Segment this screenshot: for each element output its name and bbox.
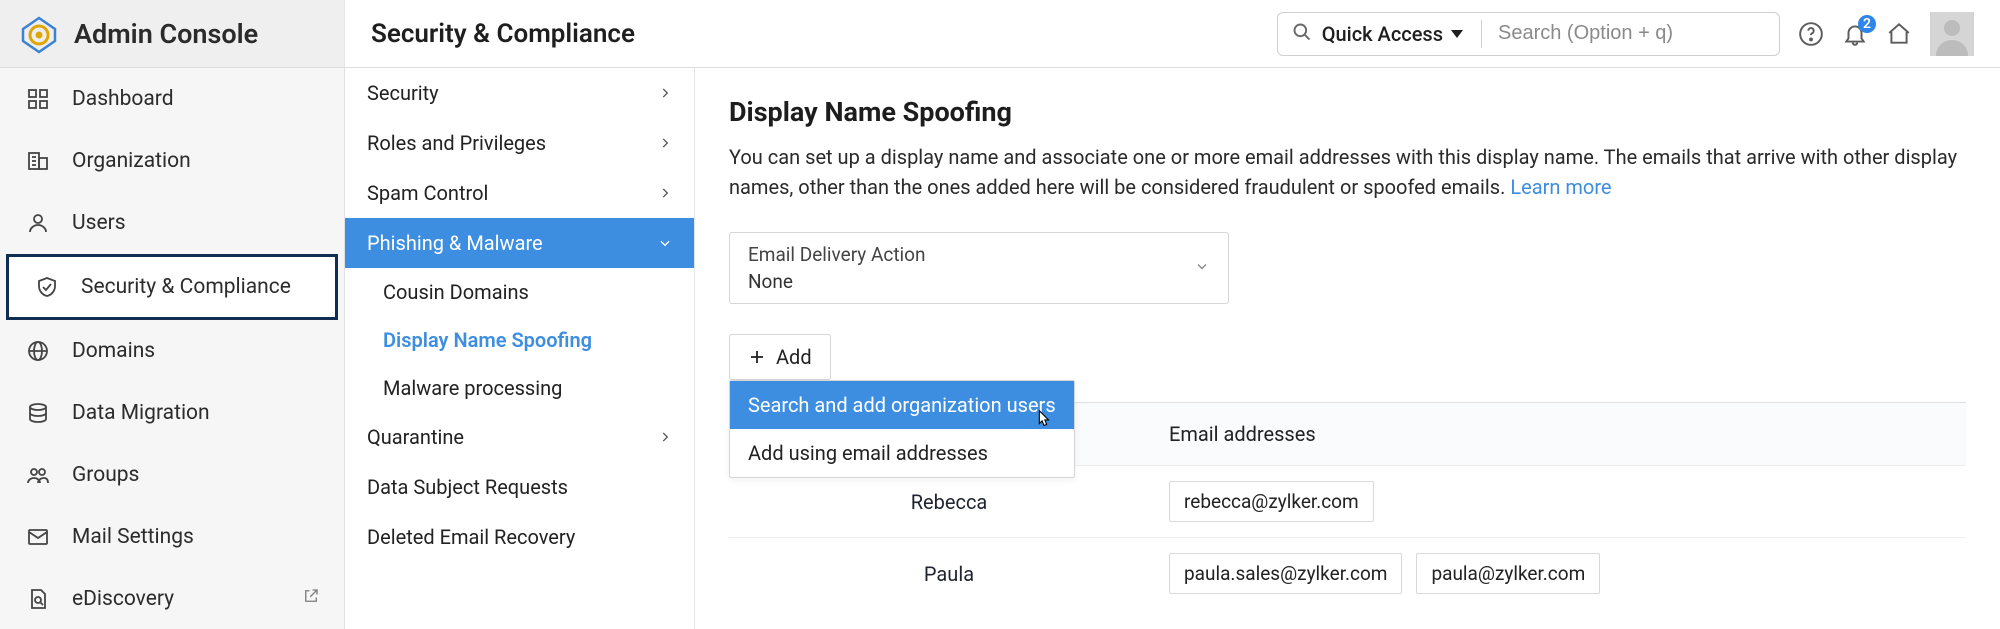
mail-settings-icon bbox=[26, 525, 54, 549]
sidebar-item-label: Domains bbox=[72, 339, 155, 363]
global-search[interactable]: Quick Access bbox=[1277, 12, 1780, 56]
add-menu-item-add-using-email-addresses[interactable]: Add using email addresses bbox=[730, 429, 1074, 477]
subnav-item-roles-and-privileges[interactable]: Roles and Privileges bbox=[345, 118, 694, 168]
quick-access-dropdown[interactable]: Quick Access bbox=[1322, 22, 1463, 46]
subnav-item-label: Deleted Email Recovery bbox=[367, 525, 575, 549]
subnav-subitem-malware-processing[interactable]: Malware processing bbox=[345, 364, 694, 412]
sidebar-item-groups[interactable]: Groups bbox=[0, 444, 344, 506]
subnav-item-spam-control[interactable]: Spam Control bbox=[345, 168, 694, 218]
subnav-subitem-cousin-domains[interactable]: Cousin Domains bbox=[345, 268, 694, 316]
menu-item-label: Add using email addresses bbox=[748, 441, 988, 465]
email-delivery-action-select[interactable]: Email Delivery Action None bbox=[729, 232, 1229, 304]
brand-area: Admin Console bbox=[0, 0, 345, 67]
menu-item-label: Search and add organization users bbox=[748, 393, 1056, 417]
subnav-item-phishing-malware[interactable]: Phishing & Malware bbox=[345, 218, 694, 268]
ediscovery-icon bbox=[26, 587, 54, 611]
cell-display-name: Paula bbox=[729, 562, 1169, 586]
subnav-item-deleted-email-recovery[interactable]: Deleted Email Recovery bbox=[345, 512, 694, 562]
chevron-right-icon bbox=[658, 181, 672, 205]
content-description: You can set up a display name and associ… bbox=[729, 142, 1966, 202]
open-icon bbox=[302, 587, 320, 611]
quick-access-label: Quick Access bbox=[1322, 22, 1443, 46]
sidebar-item-label: Dashboard bbox=[72, 87, 174, 111]
brand-title: Admin Console bbox=[74, 18, 258, 50]
sidebar-item-security-compliance[interactable]: Security & Compliance bbox=[6, 254, 338, 320]
sidebar-item-label: Security & Compliance bbox=[81, 275, 291, 299]
delivery-label: Email Delivery Action bbox=[748, 243, 1210, 266]
subnav-item-label: Spam Control bbox=[367, 181, 488, 205]
chevron-right-icon bbox=[658, 131, 672, 155]
brand-logo-icon bbox=[18, 13, 60, 55]
caret-down-icon bbox=[1451, 30, 1463, 38]
cell-emails: rebecca@zylker.com bbox=[1169, 481, 1966, 522]
migration-icon bbox=[26, 401, 54, 425]
learn-more-link[interactable]: Learn more bbox=[1510, 175, 1611, 199]
separator bbox=[1481, 20, 1482, 48]
sidebar-item-label: Groups bbox=[72, 463, 139, 487]
column-email: Email addresses bbox=[1169, 422, 1966, 446]
subnav-item-label: Phishing & Malware bbox=[367, 231, 543, 255]
sidebar-item-domains[interactable]: Domains bbox=[0, 320, 344, 382]
main-content: Display Name Spoofing You can set up a d… bbox=[695, 68, 2000, 629]
chevron-right-icon bbox=[658, 81, 672, 105]
sidebar-item-label: Users bbox=[72, 211, 126, 235]
sidebar-item-users[interactable]: Users bbox=[0, 192, 344, 254]
sidebar-item-data-migration[interactable]: Data Migration bbox=[0, 382, 344, 444]
search-input[interactable] bbox=[1496, 21, 1765, 46]
chevron-right-icon bbox=[658, 425, 672, 449]
sidebar-item-label: eDiscovery bbox=[72, 587, 174, 611]
email-chip[interactable]: paula@zylker.com bbox=[1416, 553, 1600, 594]
email-chip[interactable]: rebecca@zylker.com bbox=[1169, 481, 1374, 522]
subnav-item-security[interactable]: Security bbox=[345, 68, 694, 118]
sidebar-item-label: Mail Settings bbox=[72, 525, 194, 549]
add-button[interactable]: Add bbox=[729, 334, 831, 380]
add-menu-item-search-and-add-organization-users[interactable]: Search and add organization users bbox=[730, 381, 1074, 429]
primary-sidebar: Dashboard Organization Users Security & … bbox=[0, 68, 345, 629]
subnav-item-quarantine[interactable]: Quarantine bbox=[345, 412, 694, 462]
subnav-item-data-subject-requests[interactable]: Data Subject Requests bbox=[345, 462, 694, 512]
add-button-label: Add bbox=[776, 345, 812, 369]
chevron-down-icon bbox=[658, 231, 672, 255]
chevron-down-icon bbox=[1194, 257, 1210, 280]
groups-icon bbox=[26, 463, 54, 487]
page-title: Security & Compliance bbox=[371, 19, 635, 49]
dashboard-icon bbox=[26, 87, 54, 111]
subnav-item-label: Quarantine bbox=[367, 425, 464, 449]
subnav-item-label: Security bbox=[367, 81, 439, 105]
sidebar-item-mail-settings[interactable]: Mail Settings bbox=[0, 506, 344, 568]
delivery-value: None bbox=[748, 270, 1210, 293]
sidebar-item-dashboard[interactable]: Dashboard bbox=[0, 68, 344, 130]
secondary-sidebar: Security Roles and Privileges Spam Control… bbox=[345, 68, 695, 629]
search-icon bbox=[1292, 22, 1312, 46]
subnav-item-label: Roles and Privileges bbox=[367, 131, 546, 155]
email-chip[interactable]: paula.sales@zylker.com bbox=[1169, 553, 1402, 594]
help-button[interactable] bbox=[1798, 21, 1824, 47]
table-row: Paula paula.sales@zylker.com paula@zylker… bbox=[729, 537, 1966, 609]
cell-display-name: Rebecca bbox=[729, 490, 1169, 514]
sidebar-item-label: Organization bbox=[72, 149, 191, 173]
notification-badge: 2 bbox=[1858, 15, 1876, 33]
sidebar-item-ediscovery[interactable]: eDiscovery bbox=[0, 568, 344, 629]
notifications-button[interactable]: 2 bbox=[1842, 21, 1868, 47]
subnav-subitem-display-name-spoofing[interactable]: Display Name Spoofing bbox=[345, 316, 694, 364]
shield-icon bbox=[35, 275, 63, 299]
organization-icon bbox=[26, 149, 54, 173]
subnav-item-label: Data Subject Requests bbox=[367, 475, 568, 499]
home-button[interactable] bbox=[1886, 21, 1912, 47]
sidebar-item-organization[interactable]: Organization bbox=[0, 130, 344, 192]
avatar[interactable] bbox=[1930, 12, 1974, 56]
users-icon bbox=[26, 211, 54, 235]
cell-emails: paula.sales@zylker.com paula@zylker.com bbox=[1169, 553, 1966, 594]
content-heading: Display Name Spoofing bbox=[729, 96, 1966, 128]
sidebar-item-label: Data Migration bbox=[72, 401, 210, 425]
globe-icon bbox=[26, 339, 54, 363]
add-menu: Search and add organization users Add usi… bbox=[729, 380, 1075, 478]
